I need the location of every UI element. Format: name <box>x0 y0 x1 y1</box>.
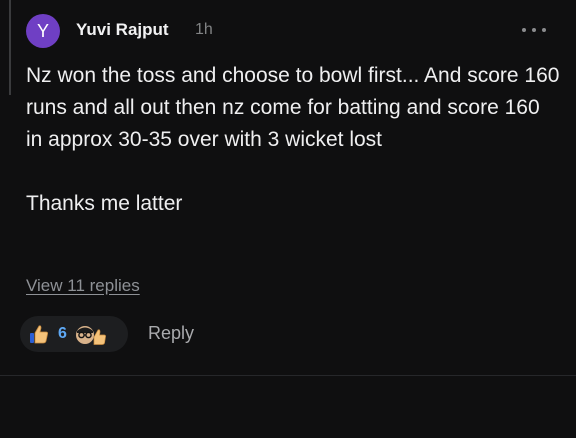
comment-paragraph: Thanks me latter <box>26 192 183 215</box>
avatar-letter: Y <box>36 20 49 41</box>
author-name[interactable]: Yuvi Rajput <box>76 20 169 40</box>
divider <box>0 375 576 376</box>
reaction-bar[interactable]: 6 <box>20 316 128 352</box>
view-replies-link[interactable]: View 11 replies <box>26 276 140 296</box>
reply-button[interactable]: Reply <box>148 323 194 344</box>
more-options-icon[interactable] <box>522 22 546 38</box>
avatar[interactable]: Y <box>26 14 60 48</box>
comment-paragraph: Nz won the toss and choose to bowl first… <box>26 64 560 151</box>
glasses-thumbs-up-icon[interactable] <box>75 322 107 346</box>
thread-line <box>9 0 11 95</box>
thumbs-up-icon[interactable] <box>28 323 50 345</box>
comment-body: Nz won the toss and choose to bowl first… <box>26 60 560 220</box>
reaction-count: 6 <box>58 325 67 342</box>
comment-timestamp: 1h <box>195 21 213 38</box>
